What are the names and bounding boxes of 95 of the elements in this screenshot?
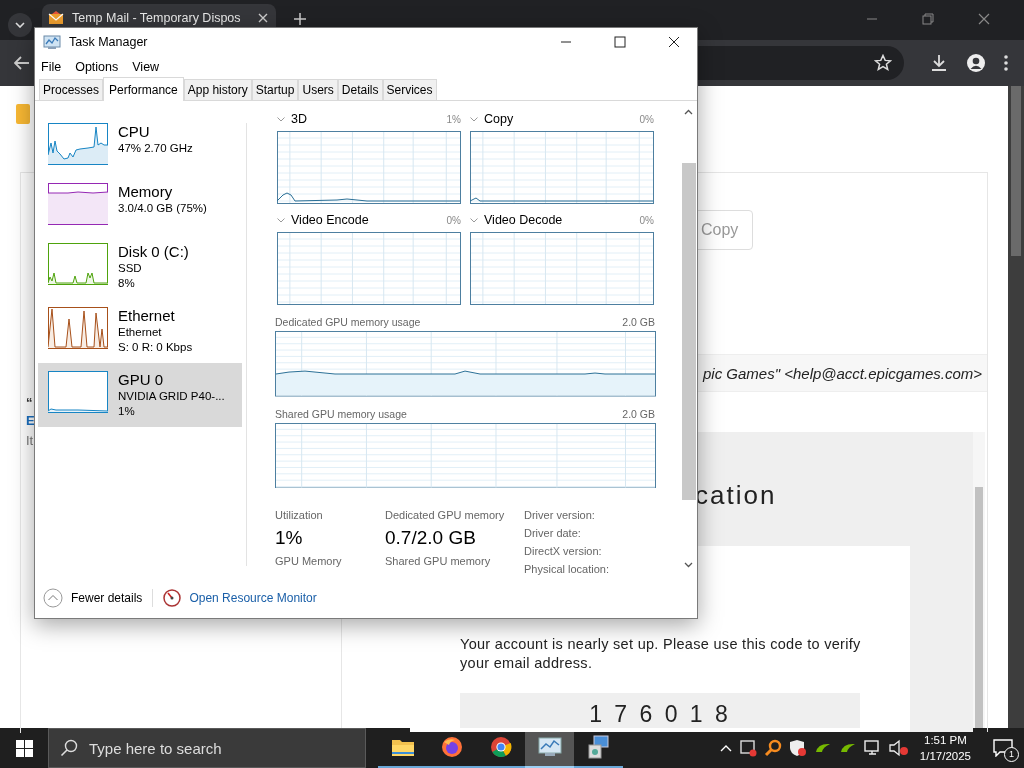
new-tab-icon[interactable] (294, 13, 306, 25)
magnifier-icon[interactable] (763, 739, 782, 757)
engine-usage: 0% (639, 214, 654, 226)
quote-mark: “ (26, 395, 33, 410)
menu-item[interactable]: View (132, 60, 160, 74)
scroll-up-icon[interactable] (684, 109, 693, 115)
page-scrollbar[interactable] (1008, 86, 1024, 728)
close-tab-icon[interactable] (258, 12, 268, 23)
engine-name[interactable]: Copy (484, 112, 514, 126)
engine-name[interactable]: 3D (291, 112, 307, 126)
star-icon[interactable] (874, 54, 892, 72)
stat-label: Dedicated GPU memory (385, 508, 506, 523)
computer-network-icon (586, 735, 611, 759)
usage-thumbnail (48, 243, 108, 285)
menu-item[interactable]: Options (75, 60, 119, 74)
engine-usage: 0% (639, 113, 654, 125)
resource-item[interactable]: Memory 3.0/4.0 GB (75%) (38, 175, 242, 235)
tab[interactable]: Services (382, 79, 437, 100)
fewer-details-button[interactable]: Fewer details (71, 591, 143, 605)
menu-item[interactable]: File (41, 60, 62, 74)
download-icon[interactable] (930, 54, 948, 72)
sender-address: pic Games" <help@acct.epicgames.com> (703, 364, 982, 382)
email-message: Your account is nearly set up. Please use this code to verify your email address. (460, 635, 862, 673)
detail-label: Physical location: (524, 562, 609, 577)
engine-name[interactable]: Video Encode (291, 213, 369, 227)
window-title: Task Manager (69, 35, 148, 49)
resource-monitor-link[interactable]: Open Resource Monitor (189, 591, 317, 605)
graph-title: Dedicated GPU memory usage (275, 316, 421, 328)
clock-time[interactable]: 1:51 PM (924, 732, 967, 748)
restore-icon[interactable] (922, 13, 934, 25)
usage-thumbnail (48, 371, 108, 413)
stat-label: Shared GPU memory (385, 554, 492, 569)
resource-item[interactable]: Disk 0 (C:) SSD 8% (38, 235, 242, 299)
stat-value: 1% (275, 526, 304, 550)
stat-value: 0.7/2.0 GB (385, 526, 477, 550)
more-menu-icon[interactable] (1004, 55, 1008, 71)
engine-usage: 0% (446, 214, 461, 226)
browser-globe-icon (440, 736, 463, 758)
profile-icon[interactable] (966, 53, 986, 73)
back-arrow-icon[interactable] (14, 56, 30, 70)
shield-alert-icon[interactable] (788, 739, 807, 757)
folder-icon (390, 737, 415, 757)
email-heading: cation (695, 480, 777, 511)
tab[interactable]: Processes (39, 79, 104, 100)
speaker-muted-icon[interactable] (888, 739, 909, 757)
email-snippet: It (26, 433, 34, 448)
notification-count: 1 (1004, 747, 1019, 762)
graph-max: 2.0 GB (622, 407, 655, 420)
scrollbar[interactable] (680, 101, 697, 578)
tab-list-button[interactable] (8, 13, 32, 37)
monitor-chart-icon (537, 736, 562, 758)
usage-thumbnail (48, 123, 108, 165)
network-icon[interactable] (863, 739, 882, 757)
graph-title: Shared GPU memory usage (275, 407, 407, 420)
graph-max: 2.0 GB (622, 316, 655, 328)
task-manager-icon (43, 34, 61, 50)
chevron-icon[interactable] (277, 116, 285, 122)
notification-icon (993, 739, 1013, 757)
envelope-icon (48, 9, 64, 26)
engine-name[interactable]: Video Decode (484, 213, 563, 227)
chevron-icon[interactable] (470, 116, 478, 122)
stat-label: GPU Memory (275, 554, 343, 569)
tab[interactable]: Startup (251, 79, 299, 100)
search-field[interactable]: Type here to search (48, 728, 366, 768)
engine-usage: 1% (446, 113, 461, 125)
tab[interactable]: Details (337, 79, 383, 100)
tab[interactable]: Performance (103, 77, 184, 101)
scroll-down-icon[interactable] (684, 562, 693, 568)
maximize-icon[interactable] (614, 36, 626, 48)
windows-logo-icon (15, 739, 33, 757)
chevron-icon[interactable] (277, 217, 285, 223)
gauge-icon (163, 589, 182, 607)
tab[interactable]: App history (183, 79, 252, 100)
resource-item[interactable]: Ethernet Ethernet S: 0 R: 0 Kbps (38, 299, 242, 363)
stat-label: Utilization (275, 508, 324, 523)
notification-button[interactable]: 1 (988, 733, 1018, 763)
chevron-icon (15, 22, 25, 28)
detail-label: Driver date: (524, 526, 582, 541)
email-link[interactable]: E (26, 413, 35, 428)
tab[interactable]: Users (298, 79, 338, 100)
device-alert-icon[interactable] (738, 739, 757, 757)
chevron-icon[interactable] (470, 217, 478, 223)
search-icon (60, 739, 78, 757)
clock-date[interactable]: 1/17/2025 (919, 748, 971, 764)
usage-thumbnail (48, 183, 108, 225)
browser-circle-icon (489, 736, 512, 758)
show-hidden-icons-caret-icon[interactable] (719, 744, 732, 752)
usage-thumbnail (48, 307, 108, 349)
close-icon[interactable] (668, 36, 680, 48)
resource-item[interactable]: GPU 0 NVIDIA GRID P40-... 1% (38, 363, 242, 427)
resource-item[interactable]: CPU 47% 2.70 GHz (38, 115, 242, 175)
detail-label: Driver version: (524, 508, 596, 523)
detail-label: DirectX version: (524, 544, 603, 559)
verification-code: 1 7 6 0 1 8 (589, 700, 731, 728)
scrollbar[interactable] (973, 432, 985, 728)
